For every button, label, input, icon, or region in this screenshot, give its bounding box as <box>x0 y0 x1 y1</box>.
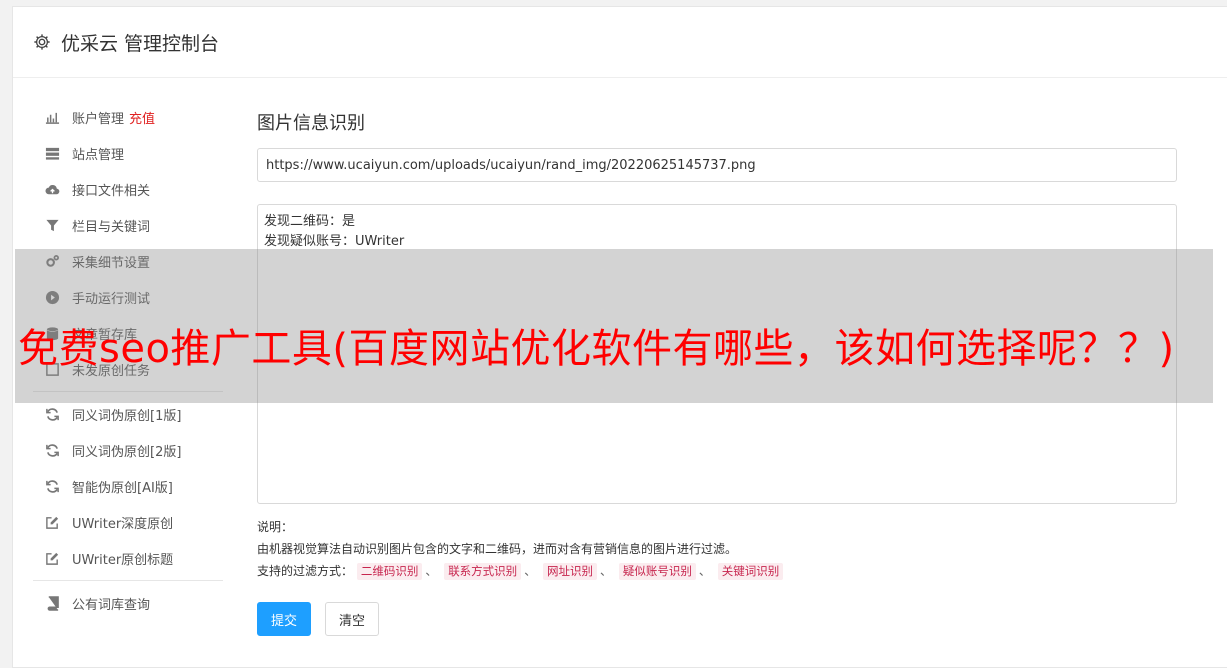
submit-button[interactable]: 提交 <box>257 602 311 636</box>
description: 说明： 由机器视觉算法自动识别图片包含的文字和二维码，进而对含有营销信息的图片进… <box>257 516 1177 582</box>
edit-icon <box>43 514 61 530</box>
sidebar-item-public-lexicon[interactable]: 公有词库查询 <box>13 585 223 621</box>
filter-tag: 网址识别 <box>543 563 598 580</box>
sidebar-item-label: 站点管理 <box>72 147 125 163</box>
refresh-icon <box>43 478 61 494</box>
sidebar-item-label: 同义词伪原创[2版] <box>72 444 182 460</box>
refresh-icon <box>43 442 61 458</box>
sidebar-item-ai-rewrite[interactable]: 智能伪原创[AI版] <box>13 468 223 504</box>
filter-methods: 支持的过滤方式： 二维码识别、 联系方式识别、 网址识别、 疑似账号识别、 关键… <box>257 560 1177 582</box>
sidebar-item-uwriter-deep[interactable]: UWriter深度原创 <box>13 504 223 540</box>
cloud-upload-icon <box>43 181 61 197</box>
bar-chart-icon <box>43 109 61 125</box>
sidebar-divider <box>33 580 223 581</box>
description-text: 由机器视觉算法自动识别图片包含的文字和二维码，进而对含有营销信息的图片进行过滤。 <box>257 542 738 556</box>
button-row: 提交 清空 <box>257 602 1177 636</box>
sidebar-item-keywords[interactable]: 栏目与关键词 <box>13 207 223 243</box>
sidebar-item-label: 智能伪原创[AI版] <box>72 480 173 496</box>
sidebar-item-label: 公有词库查询 <box>72 597 151 613</box>
sidebar-item-interface[interactable]: 接口文件相关 <box>13 171 223 207</box>
sidebar-item-label: UWriter深度原创 <box>72 516 174 532</box>
book-icon <box>43 595 61 611</box>
overlay-headline: 免费seo推广工具(百度网站优化软件有哪些，该如何选择呢？？) <box>18 326 1175 372</box>
refresh-icon <box>43 406 61 422</box>
clear-button[interactable]: 清空 <box>325 602 379 636</box>
console-header: 优采云 管理控制台 <box>13 7 1227 78</box>
edit-icon <box>43 550 61 566</box>
result-line: 发现二维码：是 <box>264 214 356 229</box>
filter-tag: 关键词识别 <box>717 563 784 580</box>
sidebar-item-label: UWriter原创标题 <box>72 552 174 568</box>
sidebar-item-label: 栏目与关键词 <box>72 219 151 235</box>
image-url-input[interactable] <box>257 148 1177 182</box>
filter-icon <box>43 217 61 233</box>
description-label: 说明： <box>257 520 294 534</box>
filter-tag: 疑似账号识别 <box>618 563 696 580</box>
sidebar-item-account[interactable]: 账户管理 充值 <box>13 99 223 135</box>
page-title: 图片信息识别 <box>257 113 365 134</box>
server-icon <box>43 145 61 161</box>
sidebar-item-synonym-v2[interactable]: 同义词伪原创[2版] <box>13 432 223 468</box>
sidebar-item-label: 账户管理 <box>72 111 125 127</box>
sidebar-item-label: 接口文件相关 <box>72 183 151 199</box>
console-title: 优采云 管理控制台 <box>61 32 220 55</box>
sidebar-item-uwriter-title[interactable]: UWriter原创标题 <box>13 540 223 576</box>
sidebar-item-label: 同义词伪原创[1版] <box>72 408 182 424</box>
recharge-link[interactable]: 充值 <box>129 108 155 127</box>
gear-icon <box>33 33 51 51</box>
sidebar-item-sites[interactable]: 站点管理 <box>13 135 223 171</box>
filter-tag: 二维码识别 <box>356 563 423 580</box>
filter-methods-label: 支持的过滤方式： <box>257 564 354 578</box>
filter-tag: 联系方式识别 <box>444 563 522 580</box>
